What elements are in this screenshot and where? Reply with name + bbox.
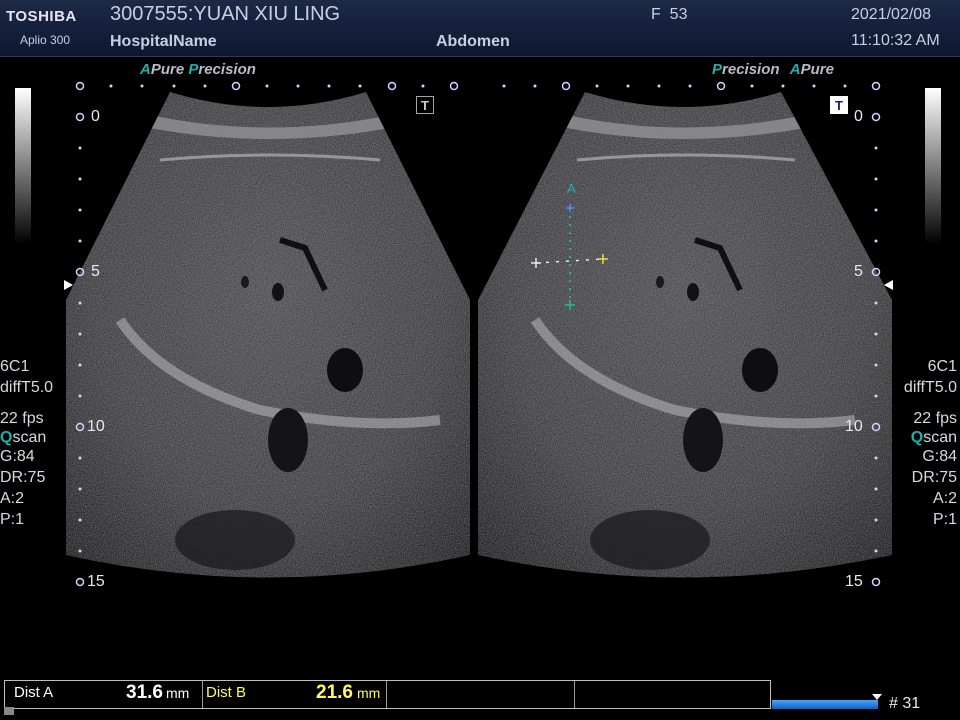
dist-b-label: Dist B xyxy=(206,684,247,701)
dynamic-range: DR:75 xyxy=(911,469,957,486)
top-scale-left xyxy=(75,81,459,91)
depth-label-right-5: 5 xyxy=(854,263,863,280)
param-p: P:1 xyxy=(932,511,957,528)
depth-label-left-5: 5 xyxy=(91,263,100,280)
qscan-q: Q xyxy=(0,429,13,446)
params-right: 6C1 diffT5.0 22 fps Qscan G:84 DR:75 A:2… xyxy=(904,356,957,530)
ultrasound-frame-right xyxy=(478,92,892,578)
imaging-mode: diffT5.0 xyxy=(0,379,54,396)
gain: G:84 xyxy=(922,448,957,465)
cine-progress-bar[interactable] xyxy=(772,700,878,709)
measurement-empty-cell-2 xyxy=(575,681,770,708)
gain: G:84 xyxy=(0,448,35,465)
frame-number: # 31 xyxy=(889,695,921,712)
depth-label-right-15: 15 xyxy=(845,573,863,590)
frame-rate: 22 fps xyxy=(0,410,44,427)
dist-a-value: 31.6 xyxy=(126,682,163,703)
probe-name: 6C1 xyxy=(0,358,30,375)
top-scale-right xyxy=(502,81,881,91)
dist-a-label: Dist A xyxy=(14,684,54,701)
depth-label-right-10: 10 xyxy=(845,418,863,435)
depth-label-left-15: 15 xyxy=(87,573,105,590)
params-left: 6C1 diffT5.0 22 fps Qscan G:84 DR:75 A:2… xyxy=(0,356,53,530)
probe-name: 6C1 xyxy=(927,358,957,375)
depth-label-left-10: 10 xyxy=(87,418,105,435)
depth-label-right-0: 0 xyxy=(854,108,863,125)
frame-rate: 22 fps xyxy=(913,410,957,427)
status-indicator xyxy=(4,707,14,715)
dist-a-unit: mm xyxy=(166,685,190,701)
scan-mode: Qscan xyxy=(904,429,957,446)
measurement-results-bar: Dist A 31.6 mm Dist B 21.6 mm xyxy=(4,680,771,709)
measurement-dist-a: Dist A 31.6 mm xyxy=(5,681,203,708)
depth-label-left-0: 0 xyxy=(91,108,100,125)
dist-b-value: 21.6 xyxy=(316,682,353,703)
qscan-q: Q xyxy=(910,429,924,446)
ultrasound-image-area xyxy=(64,81,893,587)
imaging-mode: diffT5.0 xyxy=(903,379,957,396)
dynamic-range: DR:75 xyxy=(0,469,46,486)
caliper-label-a: A xyxy=(567,181,576,196)
scan-mode: Qscan xyxy=(0,429,53,446)
qscan-rest: scan xyxy=(923,429,957,446)
measurement-empty-cell-1 xyxy=(387,681,575,708)
cine-position-marker[interactable] xyxy=(872,694,882,700)
measurement-dist-b: Dist B 21.6 mm xyxy=(203,681,387,708)
focus-marker-left xyxy=(64,280,73,290)
param-a: A:2 xyxy=(932,490,957,507)
param-a: A:2 xyxy=(0,490,25,507)
qscan-rest: scan xyxy=(12,429,47,446)
ultrasound-frame-left xyxy=(66,92,470,578)
param-p: P:1 xyxy=(0,511,25,528)
dist-b-unit: mm xyxy=(357,685,381,701)
